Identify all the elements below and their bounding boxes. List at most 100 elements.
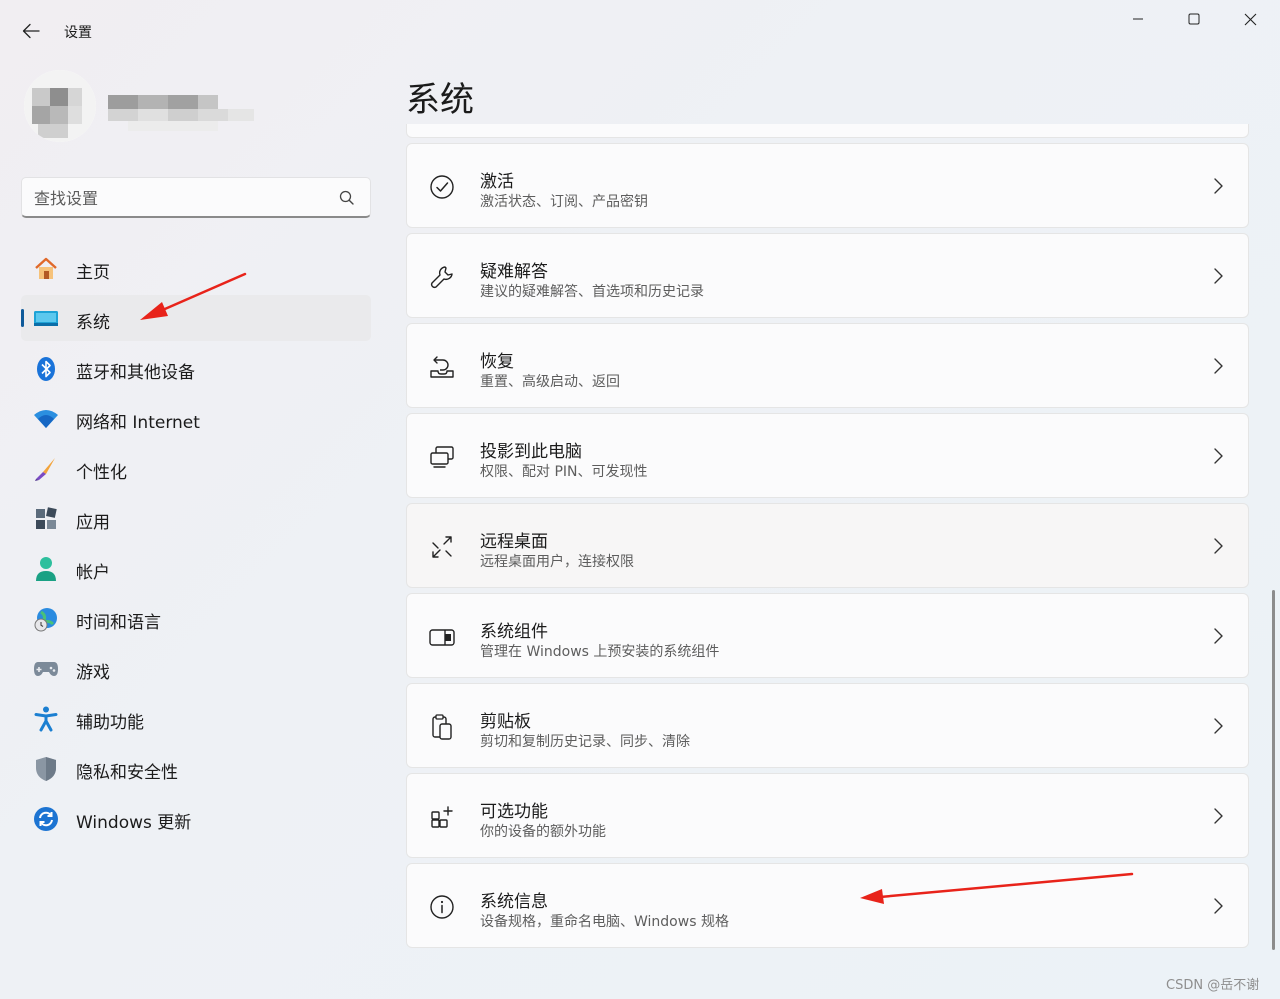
sidebar-item-label: 应用 (76, 513, 110, 533)
shield-icon (33, 756, 59, 782)
settings-card-system-info[interactable]: 系统信息 设备规格，重命名电脑、Windows 规格 (406, 863, 1249, 948)
sidebar-item-label: 主页 (76, 263, 110, 283)
search-input[interactable] (34, 187, 334, 209)
project-icon (427, 442, 457, 472)
sidebar-item-personalization[interactable]: 个性化 (21, 445, 371, 491)
sidebar-item-accounts[interactable]: 帐户 (21, 545, 371, 591)
close-button[interactable] (1222, 0, 1278, 38)
sidebar-item-label: 隐私和安全性 (76, 763, 178, 783)
sidebar-item-label: 蓝牙和其他设备 (76, 363, 195, 383)
minimize-icon (1133, 18, 1143, 20)
brush-icon (33, 456, 59, 482)
sidebar-item-label: 帐户 (76, 563, 110, 583)
card-title: 系统信息 (480, 892, 548, 912)
chevron-right-icon (1214, 178, 1223, 194)
card-title: 远程桌面 (480, 532, 548, 552)
card-description: 你的设备的额外功能 (480, 824, 606, 840)
card-title: 可选功能 (480, 802, 548, 822)
sidebar-item-label: 系统 (76, 313, 110, 333)
card-description: 设备规格，重命名电脑、Windows 规格 (480, 914, 729, 930)
search-box[interactable] (21, 177, 371, 218)
app-title: 设置 (64, 25, 92, 41)
close-icon (1244, 13, 1256, 25)
sidebar-nav: 主页 系统 蓝牙和其他设备 网络和 Internet 个性化 应用 帐户 时间和… (21, 245, 371, 845)
maximize-icon (1188, 13, 1200, 25)
chevron-right-icon (1214, 538, 1223, 554)
sidebar-item-windows-update[interactable]: Windows 更新 (21, 795, 371, 841)
chevron-right-icon (1214, 898, 1223, 914)
apps-icon (33, 506, 59, 532)
sidebar-item-label: 个性化 (76, 463, 127, 483)
sidebar-item-bluetooth[interactable]: 蓝牙和其他设备 (21, 345, 371, 391)
wifi-icon (33, 406, 59, 432)
components-icon (427, 622, 457, 652)
sidebar-item-accessibility[interactable]: 辅助功能 (21, 695, 371, 741)
chevron-right-icon (1214, 448, 1223, 464)
chevron-right-icon (1214, 268, 1223, 284)
globe-clock-icon (33, 606, 59, 632)
back-button[interactable] (14, 14, 48, 48)
card-title: 恢复 (480, 352, 514, 372)
chevron-right-icon (1214, 718, 1223, 734)
settings-list: 激活 激活状态、订阅、产品密钥 疑难解答 建议的疑难解答、首选项和历史记录 恢复… (406, 143, 1249, 953)
sidebar-item-label: 时间和语言 (76, 613, 161, 633)
chevron-right-icon (1214, 628, 1223, 644)
settings-card-system-components[interactable]: 系统组件 管理在 Windows 上预安装的系统组件 (406, 593, 1249, 678)
wrench-icon (427, 262, 457, 292)
sidebar-item-gaming[interactable]: 游戏 (21, 645, 371, 691)
card-title: 系统组件 (480, 622, 548, 642)
card-title: 投影到此电脑 (480, 442, 582, 462)
card-description: 建议的疑难解答、首选项和历史记录 (480, 284, 704, 300)
clipboard-icon (427, 712, 457, 742)
card-title: 疑难解答 (480, 262, 548, 282)
card-description: 激活状态、订阅、产品密钥 (480, 194, 648, 210)
settings-card-optional-features[interactable]: 可选功能 你的设备的额外功能 (406, 773, 1249, 858)
card-description: 剪切和复制历史记录、同步、清除 (480, 734, 690, 750)
card-title: 激活 (480, 172, 514, 192)
sidebar-item-privacy[interactable]: 隐私和安全性 (21, 745, 371, 791)
settings-card-remote-desktop[interactable]: 远程桌面 远程桌面用户，连接权限 (406, 503, 1249, 588)
remote-desktop-icon (427, 532, 457, 562)
maximize-button[interactable] (1166, 0, 1222, 38)
recovery-icon (427, 352, 457, 382)
chevron-right-icon (1214, 358, 1223, 374)
info-icon (427, 892, 457, 922)
avatar[interactable] (24, 70, 96, 142)
sidebar-item-time-language[interactable]: 时间和语言 (21, 595, 371, 641)
chevron-right-icon (1214, 808, 1223, 824)
sidebar-item-label: 网络和 Internet (76, 413, 200, 433)
settings-card-troubleshoot[interactable]: 疑难解答 建议的疑难解答、首选项和历史记录 (406, 233, 1249, 318)
system-icon (33, 306, 59, 332)
settings-card-activation[interactable]: 激活 激活状态、订阅、产品密钥 (406, 143, 1249, 228)
scrollbar-thumb[interactable] (1272, 590, 1275, 950)
accessibility-icon (33, 706, 59, 732)
update-icon (33, 806, 59, 832)
sidebar-item-system[interactable]: 系统 (21, 295, 371, 341)
sidebar-item-label: Windows 更新 (76, 813, 192, 833)
check-circle-icon (427, 172, 457, 202)
title-bar: 设置 (0, 0, 1280, 60)
card-description: 远程桌面用户，连接权限 (480, 554, 634, 570)
selection-indicator (21, 309, 24, 327)
card-description: 管理在 Windows 上预安装的系统组件 (480, 644, 720, 660)
partial-card[interactable] (406, 124, 1249, 138)
watermark: CSDN @岳不谢 (1166, 978, 1260, 993)
account-icon (33, 556, 59, 582)
page-title: 系统 (406, 80, 474, 120)
minimize-button[interactable] (1110, 0, 1166, 38)
settings-card-project-to-pc[interactable]: 投影到此电脑 权限、配对 PIN、可发现性 (406, 413, 1249, 498)
sidebar-item-label: 游戏 (76, 663, 110, 683)
card-title: 剪贴板 (480, 712, 531, 732)
settings-card-clipboard[interactable]: 剪贴板 剪切和复制历史记录、同步、清除 (406, 683, 1249, 768)
search-icon[interactable] (338, 189, 356, 207)
bluetooth-icon (33, 356, 59, 382)
sidebar-item-home[interactable]: 主页 (21, 245, 371, 291)
sidebar-item-network[interactable]: 网络和 Internet (21, 395, 371, 441)
optional-features-icon (427, 802, 457, 832)
settings-card-recovery[interactable]: 恢复 重置、高级启动、返回 (406, 323, 1249, 408)
username-blurred (108, 95, 254, 131)
gamepad-icon (33, 656, 59, 682)
card-description: 权限、配对 PIN、可发现性 (480, 464, 648, 480)
sidebar-item-apps[interactable]: 应用 (21, 495, 371, 541)
home-icon (33, 256, 59, 282)
